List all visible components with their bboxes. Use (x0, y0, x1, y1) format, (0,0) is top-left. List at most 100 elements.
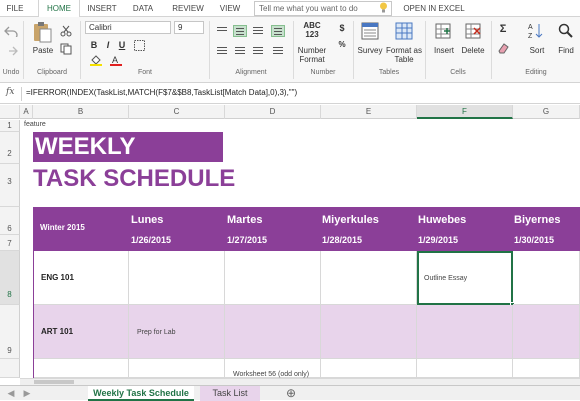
percent-button[interactable]: % (336, 39, 348, 51)
align-bottom-button[interactable] (251, 25, 265, 37)
bold-button[interactable]: B (88, 39, 100, 51)
row-header-1[interactable]: 1 (0, 120, 20, 132)
fill-color-icon[interactable] (90, 54, 102, 66)
group-label-undo: Undo (2, 69, 20, 76)
find-button[interactable]: Find (554, 46, 578, 55)
add-sheet-icon[interactable]: ⊕ (284, 386, 298, 401)
row-header-9[interactable]: 9 (0, 305, 20, 359)
delete-cells-icon[interactable] (464, 22, 482, 40)
align-middle-button[interactable] (233, 25, 247, 37)
ribbon-tab-bar: FILE HOME INSERT DATA REVIEW VIEW Tell m… (0, 0, 580, 18)
paste-button[interactable]: Paste (30, 46, 56, 55)
column-header-c[interactable]: C (129, 105, 225, 119)
group-separator (23, 21, 24, 79)
scroll-thumb[interactable] (34, 380, 74, 384)
group-label-cells: Cells (450, 69, 466, 76)
cell-e9[interactable] (321, 305, 417, 359)
borders-icon[interactable] (134, 40, 145, 51)
align-center-button[interactable] (233, 45, 247, 57)
cell-c8[interactable] (129, 251, 225, 305)
tab-file[interactable]: FILE (0, 0, 30, 17)
copy-icon[interactable] (60, 43, 72, 55)
sort-button[interactable]: Sort (524, 46, 550, 55)
row-header-2[interactable]: 2 (0, 132, 20, 164)
format-as-table-icon[interactable] (395, 22, 413, 40)
sheet-tab-weekly-task-schedule[interactable]: Weekly Task Schedule (88, 386, 194, 401)
undo-icon[interactable] (4, 25, 18, 37)
cell-e8[interactable] (321, 251, 417, 305)
column-header-e[interactable]: E (321, 105, 417, 119)
cell-g9[interactable] (513, 305, 580, 359)
cell-d8[interactable] (225, 251, 321, 305)
survey-button[interactable]: Survey (356, 46, 384, 55)
cell-f10[interactable] (417, 359, 513, 378)
align-top-button[interactable] (215, 25, 229, 37)
tab-home[interactable]: HOME (38, 0, 80, 18)
cell-g8[interactable] (513, 251, 580, 305)
currency-button[interactable]: $ (336, 22, 348, 34)
row-header-6[interactable]: 6 (0, 207, 20, 235)
row-header-10[interactable] (0, 359, 20, 378)
survey-icon[interactable] (361, 22, 379, 40)
fx-icon[interactable]: fx (6, 87, 14, 97)
cell-e10[interactable] (321, 359, 417, 378)
column-header-f[interactable]: F (417, 105, 513, 119)
font-name-dropdown[interactable]: Calibri (85, 21, 171, 34)
font-color-icon[interactable]: A (110, 54, 122, 66)
open-in-excel-button[interactable]: OPEN IN EXCEL (398, 0, 470, 17)
find-icon[interactable] (558, 22, 574, 40)
number-format-icon[interactable]: ABC 123 (298, 21, 326, 39)
group-label-editing: Editing (525, 69, 547, 76)
cell-f9[interactable] (417, 305, 513, 359)
sort-icon[interactable]: AZ (528, 22, 544, 40)
formula-input[interactable]: =IFERROR(INDEX(TaskList,MATCH(F$7&$B8,Ta… (26, 88, 297, 97)
align-right-button[interactable] (251, 45, 265, 57)
column-header-b[interactable]: B (33, 105, 129, 119)
clear-icon[interactable] (497, 42, 509, 54)
scroll-left-icon[interactable]: ◀ (6, 386, 16, 401)
row-header-7[interactable]: 7 (0, 235, 20, 251)
horizontal-scrollbar[interactable] (20, 378, 580, 385)
tab-data[interactable]: DATA (126, 0, 160, 17)
paste-icon[interactable] (32, 21, 52, 43)
wrap-text-button[interactable] (271, 25, 285, 37)
note-worksheet: Worksheet 56 (odd only) (233, 371, 310, 378)
autosum-button[interactable]: Σ (497, 23, 509, 35)
delete-button[interactable]: Delete (459, 46, 487, 55)
insert-cells-icon[interactable] (434, 22, 452, 40)
select-all-corner[interactable] (0, 105, 20, 119)
date-martes: 1/27/2015 (227, 235, 268, 245)
group-label-tables: Tables (378, 69, 400, 76)
row-header-3[interactable]: 3 (0, 164, 20, 207)
column-header-d[interactable]: D (225, 105, 321, 119)
tell-me-box[interactable]: Tell me what you want to do (254, 1, 392, 16)
title-task-schedule: TASK SCHEDULE (33, 165, 236, 192)
cut-icon[interactable] (60, 25, 72, 37)
feature-label: feature (24, 121, 46, 128)
underline-button[interactable]: U (116, 39, 128, 51)
row-header-8[interactable]: 8 (0, 251, 20, 305)
format-as-table-button[interactable]: Format as Table (386, 46, 422, 64)
formula-divider (21, 87, 22, 101)
column-header-g[interactable]: G (513, 105, 580, 119)
column-header-a[interactable]: A (20, 105, 33, 119)
sheet-tab-task-list[interactable]: Task List (200, 386, 260, 401)
merge-center-button[interactable] (271, 45, 285, 57)
tab-review[interactable]: REVIEW (168, 0, 208, 17)
tab-view[interactable]: VIEW (214, 0, 246, 17)
scroll-right-icon[interactable]: ▶ (22, 386, 32, 401)
number-format-button[interactable]: Number Format (294, 46, 330, 64)
italic-button[interactable]: I (102, 39, 114, 51)
redo-icon[interactable] (4, 45, 18, 57)
day-header-miyerkules: Miyerkules (322, 214, 379, 226)
group-separator (80, 21, 81, 79)
cell-c10[interactable] (129, 359, 225, 378)
font-size-dropdown[interactable]: 9 (174, 21, 204, 34)
align-left-button[interactable] (215, 45, 229, 57)
cell-d9[interactable] (225, 305, 321, 359)
group-label-clipboard: Clipboard (37, 69, 67, 76)
cell-g10[interactable] (513, 359, 580, 378)
tab-insert[interactable]: INSERT (84, 0, 120, 17)
cell-b10[interactable] (33, 359, 129, 378)
insert-button[interactable]: Insert (430, 46, 458, 55)
